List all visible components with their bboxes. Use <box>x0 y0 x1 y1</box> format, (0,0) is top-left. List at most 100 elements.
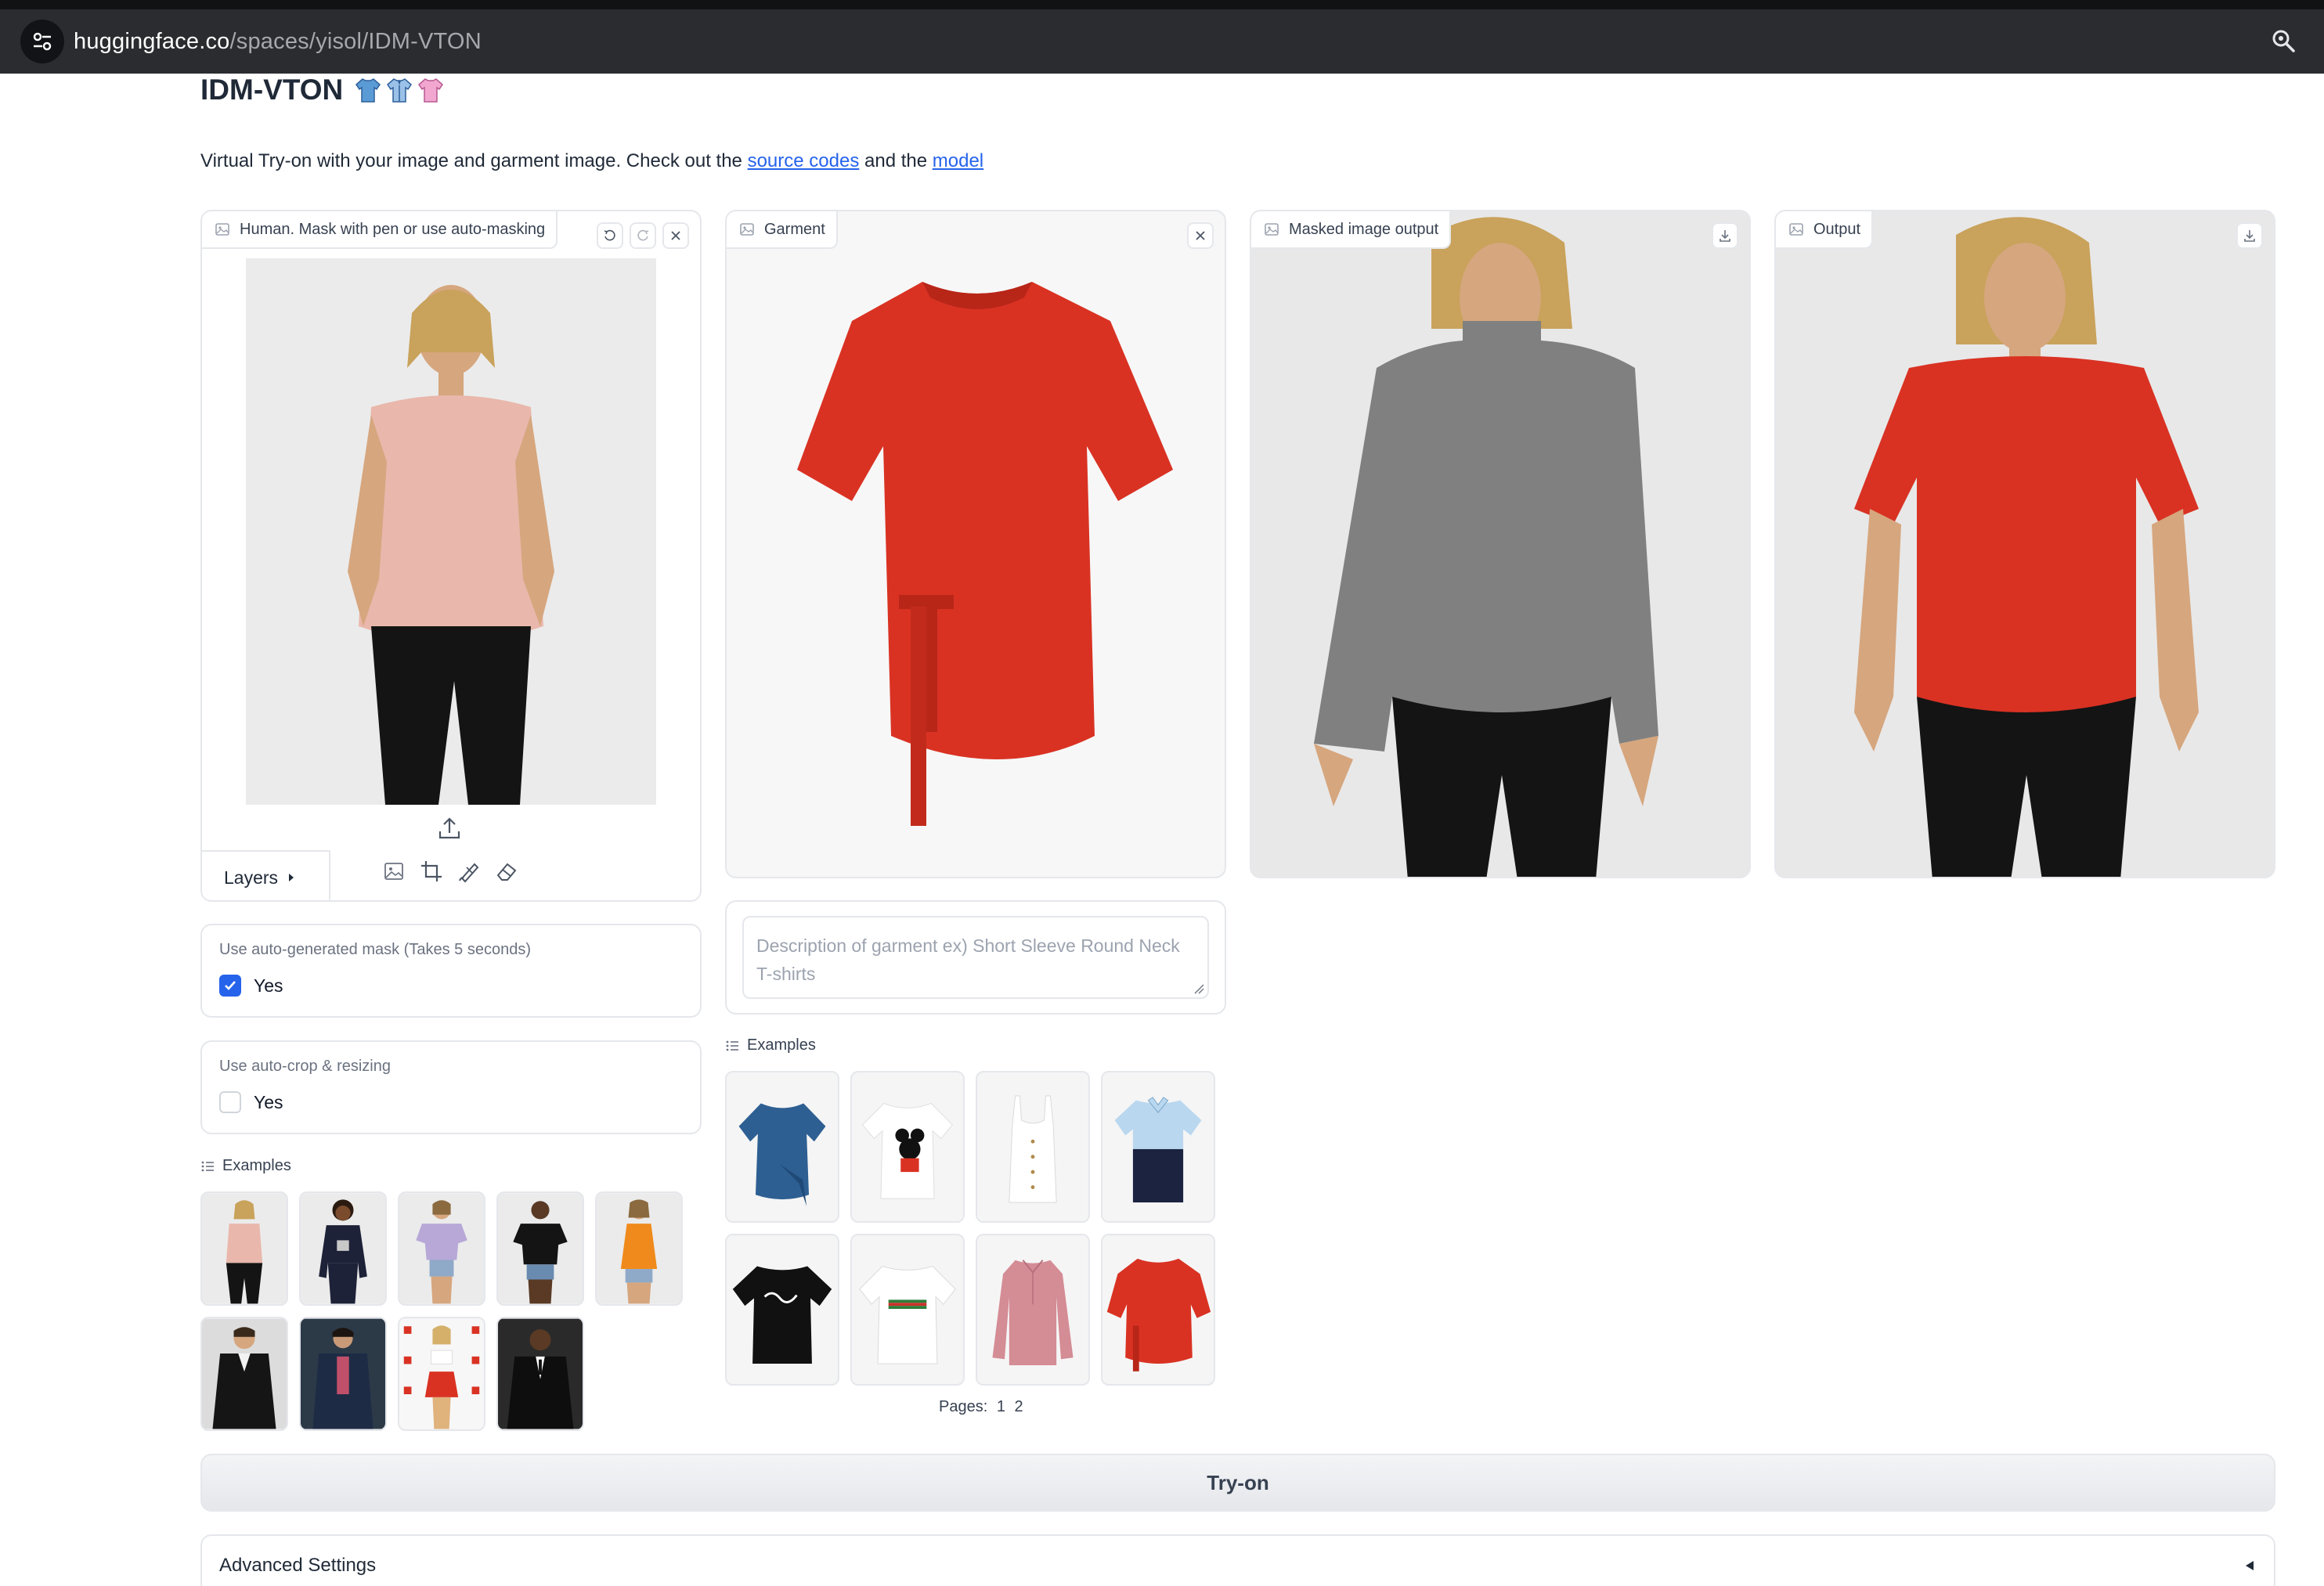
upload-icon[interactable] <box>435 814 464 842</box>
garment-example-gucci-tee[interactable] <box>850 1234 965 1386</box>
garment-panel-toolbar <box>1187 222 1214 249</box>
undo-icon <box>604 229 615 241</box>
redo-button[interactable] <box>630 222 656 249</box>
description-mid: and the <box>859 150 933 171</box>
human-panel-label: Human. Mask with pen or use auto-masking <box>202 211 558 249</box>
masked-image-output: Masked image output <box>1250 210 1751 878</box>
list-icon <box>726 1040 738 1051</box>
auto-mask-checkbox-row[interactable]: Yes <box>219 975 683 997</box>
close-icon <box>671 231 680 240</box>
auto-crop-option: Yes <box>254 1091 283 1112</box>
human-example-navy-blazer[interactable] <box>299 1317 387 1431</box>
human-example-leather-jacket[interactable] <box>200 1317 288 1431</box>
caret-right-icon <box>289 874 294 881</box>
site-settings-icon[interactable] <box>20 20 64 63</box>
auto-crop-block: Use auto-crop & resizing Yes <box>200 1040 702 1134</box>
garment-example-red-wrap-tee[interactable] <box>1101 1234 1215 1386</box>
resize-handle-icon[interactable] <box>1193 983 1204 994</box>
source-codes-link[interactable]: source codes <box>748 150 860 171</box>
try-on-button[interactable]: Try-on <box>200 1454 2275 1512</box>
human-example-crop-top-skirt[interactable] <box>398 1317 485 1431</box>
download-output-button[interactable] <box>2236 222 2263 249</box>
download-masked-button[interactable] <box>1712 222 1738 249</box>
human-example-navy-longsleeve[interactable] <box>299 1191 387 1306</box>
masked-panel-toolbar <box>1712 222 1738 249</box>
eraser-icon[interactable] <box>495 860 518 883</box>
garment-panel-title: Garment <box>764 220 825 238</box>
advanced-settings-accordion[interactable]: Advanced Settings <box>200 1534 2275 1586</box>
garment-description-placeholder: Description of garment ex) Short Sleeve … <box>756 935 1180 984</box>
garment-example-blue-wrap[interactable] <box>725 1071 839 1223</box>
page-title-text: IDM-VTON <box>200 74 344 106</box>
human-example-lavender-tee[interactable] <box>398 1191 485 1306</box>
garment-example-white-tank[interactable] <box>976 1071 1090 1223</box>
human-photo[interactable] <box>246 258 656 805</box>
image-tool-icon[interactable] <box>382 860 406 883</box>
auto-mask-checkbox[interactable] <box>219 975 241 997</box>
output-photo <box>1776 211 2274 877</box>
image-icon <box>1789 223 1803 236</box>
human-examples-label: Examples <box>222 1157 291 1174</box>
human-example-black-tee[interactable] <box>496 1191 584 1306</box>
auto-crop-checkbox-row[interactable]: Yes <box>219 1091 683 1113</box>
brush-icon[interactable] <box>457 860 481 883</box>
garment-description-input[interactable]: Description of garment ex) Short Sleeve … <box>742 916 1209 999</box>
layers-label: Layers <box>224 867 279 888</box>
human-panel-toolbar <box>597 222 689 249</box>
garment-example-minnie-tee[interactable] <box>850 1071 965 1223</box>
clear-button[interactable] <box>662 222 689 249</box>
layers-button[interactable]: Layers <box>202 850 330 900</box>
garment-example-pink-polo[interactable] <box>976 1234 1090 1386</box>
list-icon <box>201 1161 214 1171</box>
url-path: /spaces/yisol/IDM-VTON <box>229 28 482 54</box>
blue-shirt-icon <box>355 78 381 103</box>
description-prefix: Virtual Try-on with your image and garme… <box>200 150 748 171</box>
human-panel-title: Human. Mask with pen or use auto-masking <box>240 220 546 238</box>
auto-crop-label: Use auto-crop & resizing <box>219 1058 391 1075</box>
dress-shirt-icon <box>387 78 413 103</box>
auto-mask-option: Yes <box>254 975 283 996</box>
search-icon[interactable] <box>2266 23 2301 58</box>
garment-image-panel[interactable]: Garment <box>725 210 1226 878</box>
human-example-orange-tank[interactable] <box>595 1191 683 1306</box>
garment-examples-label: Examples <box>747 1036 816 1054</box>
image-icon <box>215 223 229 236</box>
url-text[interactable]: huggingface.co/spaces/yisol/IDM-VTON <box>74 29 482 55</box>
output-panel-label: Output <box>1776 211 1874 249</box>
human-example-black-suit[interactable] <box>496 1317 584 1431</box>
image-icon <box>1265 223 1279 236</box>
browser-top-edge <box>0 0 2324 9</box>
output-panel-toolbar <box>2236 222 2263 249</box>
page-1-link[interactable]: 1 <box>997 1398 1005 1415</box>
human-example-pink-blouse[interactable] <box>200 1191 288 1306</box>
close-icon <box>1196 231 1205 240</box>
undo-button[interactable] <box>597 222 623 249</box>
auto-crop-checkbox[interactable] <box>219 1091 241 1113</box>
auto-mask-block: Use auto-generated mask (Takes 5 seconds… <box>200 924 702 1018</box>
masked-photo <box>1251 211 1749 877</box>
masked-panel-title: Masked image output <box>1289 220 1439 238</box>
output-panel-title: Output <box>1813 220 1861 238</box>
page-2-link[interactable]: 2 <box>1015 1398 1023 1415</box>
human-examples-header: Examples <box>200 1157 291 1175</box>
garment-example-stussy-tee[interactable] <box>725 1234 839 1386</box>
editor-tools <box>382 860 518 883</box>
garment-photo <box>766 251 1189 853</box>
human-image-editor: Human. Mask with pen or use auto-masking… <box>200 210 702 902</box>
download-icon <box>1720 230 1730 242</box>
model-link[interactable]: model <box>933 150 983 171</box>
caret-left-icon <box>2246 1561 2254 1570</box>
url-host: huggingface.co <box>74 28 230 54</box>
pages-label: Pages: <box>939 1398 988 1415</box>
page-title: IDM-VTON <box>200 74 445 106</box>
clear-garment-button[interactable] <box>1187 222 1214 249</box>
browser-address-bar[interactable]: huggingface.co/spaces/yisol/IDM-VTON <box>0 9 2324 74</box>
checkmark-icon <box>225 981 236 990</box>
pink-shirt-icon <box>418 78 444 103</box>
crop-icon[interactable] <box>420 860 443 883</box>
garment-examples-pagination: Pages: 1 2 <box>939 1398 1023 1416</box>
shirt-emoji-icons <box>354 76 445 104</box>
page-description: Virtual Try-on with your image and garme… <box>200 150 983 172</box>
output-image: Output <box>1774 210 2275 878</box>
garment-example-navy-polo[interactable] <box>1101 1071 1215 1223</box>
